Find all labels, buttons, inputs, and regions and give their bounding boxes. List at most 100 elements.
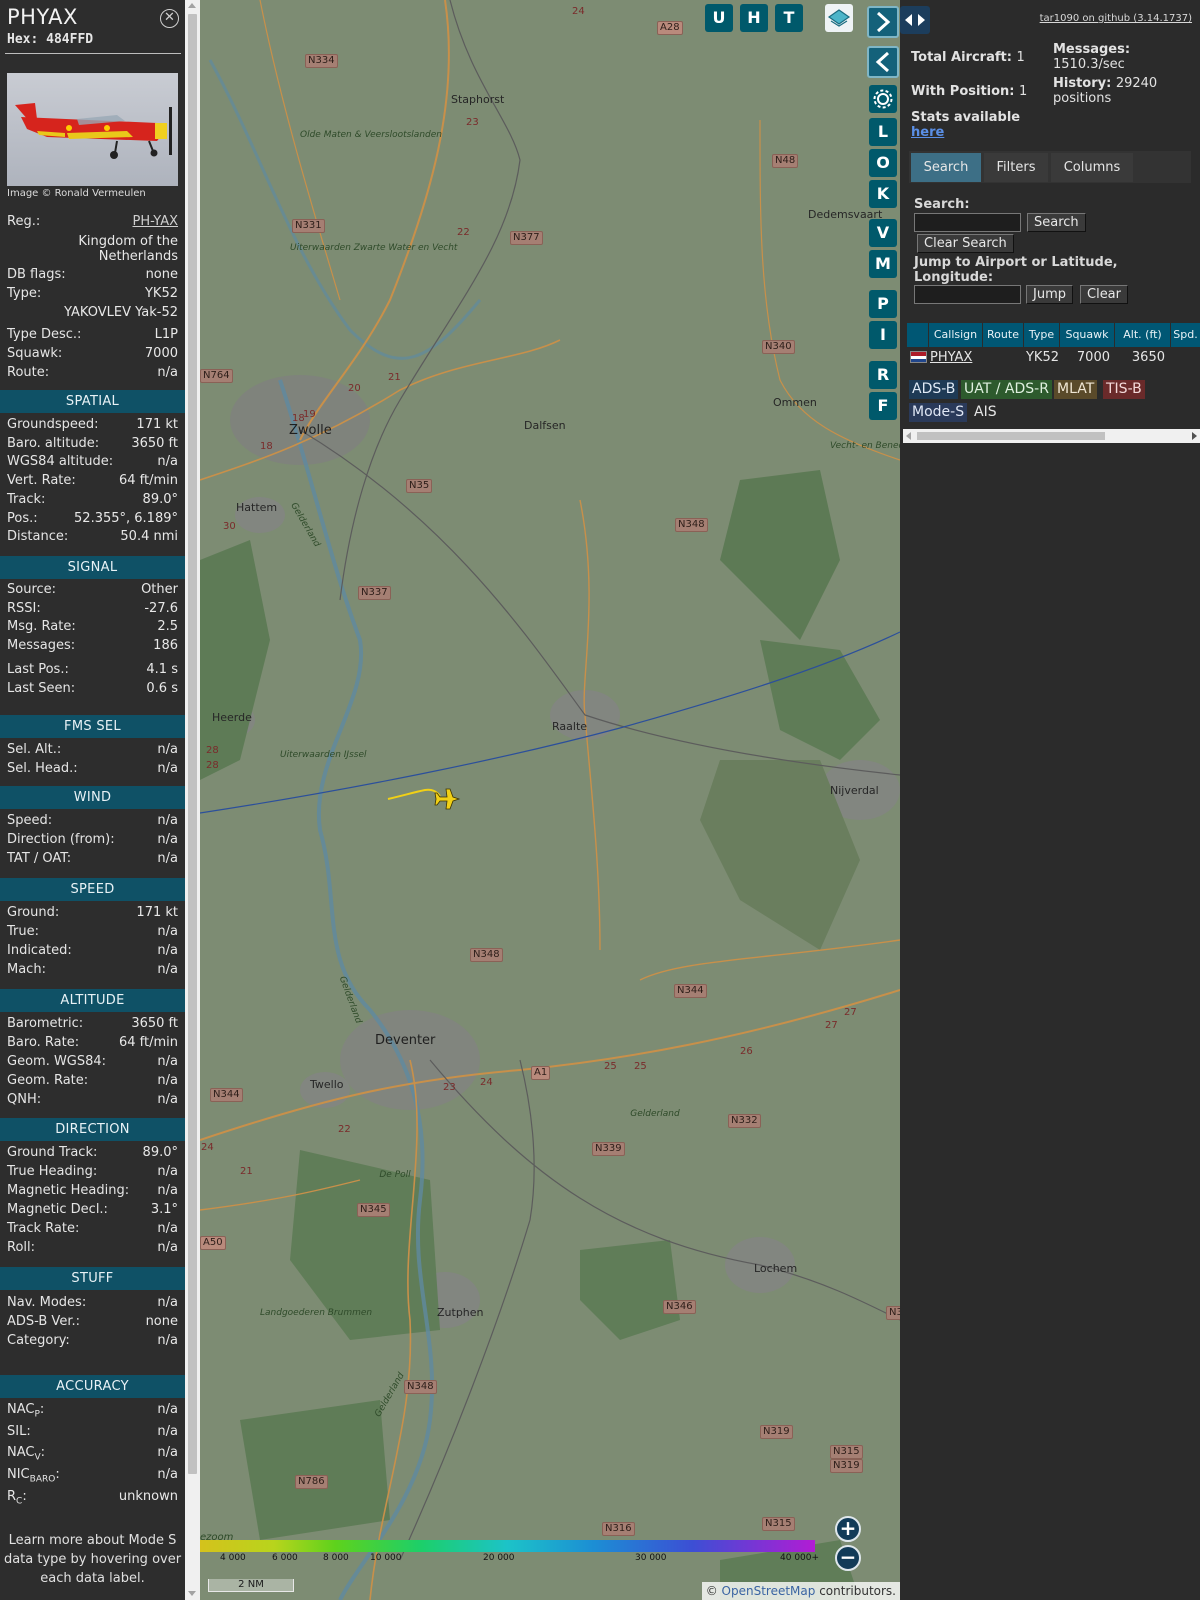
row-callsign[interactable]: PHYAX xyxy=(930,347,982,369)
source-badge[interactable]: AIS xyxy=(971,403,1000,422)
table-row[interactable]: PHYAX YK52 7000 3650 xyxy=(907,347,1200,369)
column-header[interactable]: Squawk xyxy=(1060,323,1114,347)
field-label: Magnetic Heading: xyxy=(7,1183,130,1198)
gear-icon[interactable] xyxy=(869,85,897,113)
button-t[interactable]: T xyxy=(775,4,803,32)
button-u[interactable]: U xyxy=(705,4,733,32)
field-label: Roll: xyxy=(7,1240,36,1255)
scroll-right-icon[interactable] xyxy=(1192,432,1197,440)
field-label: QNH: xyxy=(7,1092,42,1107)
github-link[interactable]: tar1090 on github (3.14.1737) xyxy=(1040,13,1192,24)
close-icon[interactable]: ✕ xyxy=(160,9,179,28)
road-shield: N339 xyxy=(592,1142,625,1156)
scroll-left-icon[interactable] xyxy=(906,432,911,440)
signal-row: Last Pos.: 4.1 s xyxy=(7,661,178,679)
column-header-flag[interactable] xyxy=(907,323,928,347)
tab-columns[interactable]: Columns xyxy=(1051,153,1133,182)
osm-link[interactable]: OpenStreetMap xyxy=(722,1584,816,1598)
road-number: 26 xyxy=(740,1046,753,1057)
road-number: 30 xyxy=(223,521,236,532)
spatial-row: Pos.: 52.355°, 6.189° xyxy=(7,510,178,528)
zoom-out-button[interactable]: − xyxy=(835,1545,861,1571)
accuracy-row: NACV: n/a xyxy=(7,1445,178,1463)
town-label: Twello xyxy=(310,1078,344,1091)
field-value: 50.4 nmi xyxy=(120,529,178,545)
stuff-row: Nav. Modes: n/a xyxy=(7,1294,178,1312)
road-shield: N334 xyxy=(305,54,338,68)
row-type: YK52 xyxy=(1025,350,1059,365)
column-header[interactable]: Route xyxy=(983,323,1023,347)
zoom-in-button[interactable]: + xyxy=(835,1516,861,1542)
button-k[interactable]: K xyxy=(869,180,897,208)
direction-row: Magnetic Heading: n/a xyxy=(7,1182,178,1200)
column-header[interactable]: Alt. (ft) xyxy=(1115,323,1170,347)
altitude-color-bar xyxy=(200,1540,815,1552)
field-value: n/a xyxy=(157,1164,178,1179)
jump-input[interactable] xyxy=(914,285,1021,304)
column-header[interactable]: Spd. xyxy=(1171,323,1200,347)
chevron-left-icon[interactable] xyxy=(867,46,899,78)
search-input[interactable] xyxy=(914,213,1021,232)
jump-label: Jump to Airport or Latitude, Longitude: xyxy=(914,255,1118,285)
button-i[interactable]: I xyxy=(869,321,897,349)
road-number: 21 xyxy=(388,372,401,383)
jump-button[interactable]: Jump xyxy=(1026,285,1073,304)
scroll-thumb[interactable] xyxy=(188,14,197,1474)
search-button[interactable]: Search xyxy=(1027,213,1086,232)
road-number: 21 xyxy=(240,1166,253,1177)
scroll-down-icon[interactable] xyxy=(188,1591,196,1596)
clear-button[interactable]: Clear xyxy=(1080,285,1128,304)
field-value: n/a xyxy=(157,761,178,776)
section-altitude: ALTITUDE xyxy=(0,989,185,1012)
road-shield: N331 xyxy=(292,219,325,233)
road-number: 27 xyxy=(825,1020,838,1031)
field-value: 3650 ft xyxy=(131,435,178,451)
button-p[interactable]: P xyxy=(869,290,897,318)
wind-row: Speed: n/a xyxy=(7,812,178,830)
aircraft-photo[interactable] xyxy=(7,73,178,186)
map-view[interactable]: Zwolle Deventer Staphorst Dedemsvaart Om… xyxy=(200,0,900,1600)
source-badge[interactable]: Mode-S xyxy=(909,403,968,422)
tab-search[interactable]: Search xyxy=(911,153,981,182)
tab-filters[interactable]: Filters xyxy=(984,153,1048,182)
field-value: n/a xyxy=(157,1092,178,1107)
stats-link[interactable]: here xyxy=(911,125,944,140)
button-v[interactable]: V xyxy=(869,219,897,247)
field-value: n/a xyxy=(157,1183,178,1198)
photo-credit: Image © Ronald Vermeulen xyxy=(7,188,146,199)
clear-search-button[interactable]: Clear Search xyxy=(917,234,1014,253)
tab-bar: Search Filters Columns xyxy=(909,151,1191,183)
road-number: 22 xyxy=(457,227,470,238)
column-header[interactable]: Callsign xyxy=(929,323,982,347)
button-m[interactable]: M xyxy=(869,250,897,278)
button-h[interactable]: H xyxy=(740,4,768,32)
road-number: 19 xyxy=(303,409,316,420)
button-o[interactable]: O xyxy=(869,149,897,177)
source-badge[interactable]: MLAT xyxy=(1054,380,1098,399)
altitude-legend-label: 30 000 xyxy=(635,1553,667,1563)
source-badge[interactable]: UAT / ADS-R xyxy=(961,380,1052,399)
source-badge[interactable]: TIS-B xyxy=(1103,380,1145,399)
button-f[interactable]: F xyxy=(869,392,897,420)
map-attribution: © OpenStreetMap contributors. xyxy=(701,1582,900,1600)
field-value: 3650 ft xyxy=(131,1016,178,1031)
source-badge[interactable]: ADS-B xyxy=(909,380,959,399)
info-scrollbar[interactable] xyxy=(185,0,200,1600)
learn-more-text: Learn more about Mode S data type by hov… xyxy=(3,1533,182,1586)
button-l[interactable]: L xyxy=(869,118,897,146)
expand-toggle-icon[interactable] xyxy=(900,6,930,34)
column-header[interactable]: Type xyxy=(1024,323,1059,347)
fms-row: Sel. Head.: n/a xyxy=(7,760,178,778)
hscroll-thumb[interactable] xyxy=(917,432,1105,440)
scroll-up-icon[interactable] xyxy=(188,3,196,8)
speed-row: True: n/a xyxy=(7,923,178,941)
layers-icon[interactable] xyxy=(825,4,853,32)
field-label: Last Seen: xyxy=(7,680,76,696)
button-r[interactable]: R xyxy=(869,361,897,389)
registration-link[interactable]: PH-YAX xyxy=(133,214,179,229)
chevron-right-icon[interactable] xyxy=(867,6,899,38)
altitude-legend-label: 10 000 xyxy=(370,1553,402,1563)
nature-label: Uiterwaarden IJssel xyxy=(280,750,367,760)
nature-label: Landgoederen Brummen xyxy=(260,1308,373,1318)
table-hscrollbar[interactable] xyxy=(903,429,1200,443)
